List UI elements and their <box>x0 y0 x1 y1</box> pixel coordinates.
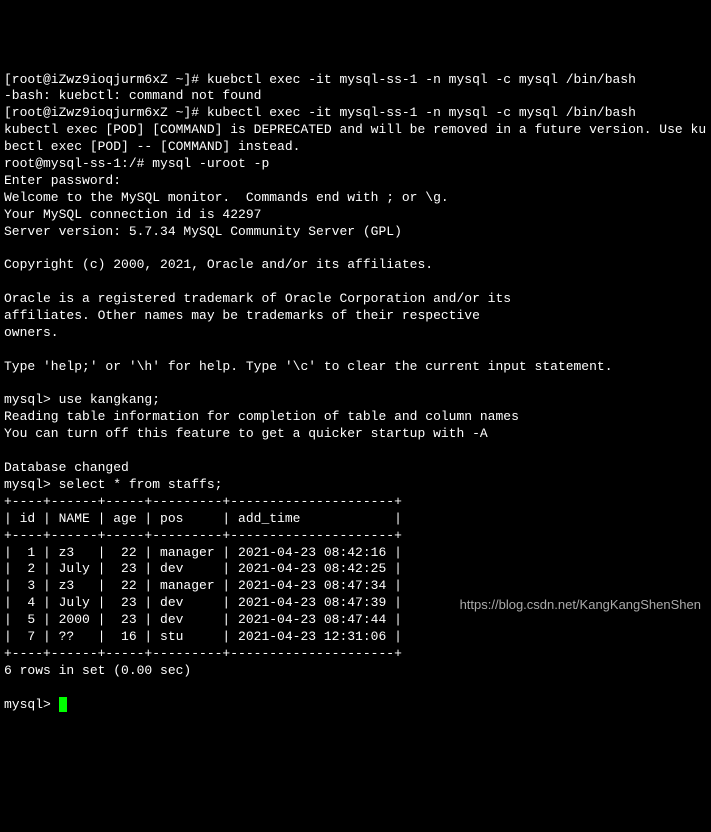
terminal-line: mysql> select * from staffs; <box>4 477 222 492</box>
terminal-line: -bash: kuebctl: command not found <box>4 88 261 103</box>
terminal-line: Your MySQL connection id is 42297 <box>4 207 261 222</box>
terminal-line: Copyright (c) 2000, 2021, Oracle and/or … <box>4 257 433 272</box>
terminal-line: affiliates. Other names may be trademark… <box>4 308 480 323</box>
table-border: +----+------+-----+---------+-----------… <box>4 494 402 509</box>
table-row: | 1 | z3 | 22 | manager | 2021-04-23 08:… <box>4 545 402 560</box>
terminal-line: You can turn off this feature to get a q… <box>4 426 488 441</box>
table-row: | 2 | July | 23 | dev | 2021-04-23 08:42… <box>4 561 402 576</box>
terminal-line: mysql> use kangkang; <box>4 392 160 407</box>
terminal-line: Welcome to the MySQL monitor. Commands e… <box>4 190 449 205</box>
terminal-line: [root@iZwz9ioqjurm6xZ ~]# kubectl exec -… <box>4 105 636 120</box>
terminal-line: Reading table information for completion… <box>4 409 519 424</box>
terminal-line: Enter password: <box>4 173 121 188</box>
terminal-line: Server version: 5.7.34 MySQL Community S… <box>4 224 402 239</box>
table-row: | 5 | 2000 | 23 | dev | 2021-04-23 08:47… <box>4 612 402 627</box>
table-border: +----+------+-----+---------+-----------… <box>4 528 402 543</box>
table-header: | id | NAME | age | pos | add_time | <box>4 511 402 526</box>
terminal-line: Database changed <box>4 460 129 475</box>
watermark-text: https://blog.csdn.net/KangKangShenShen <box>460 597 701 614</box>
table-row: | 3 | z3 | 22 | manager | 2021-04-23 08:… <box>4 578 402 593</box>
terminal-line: root@mysql-ss-1:/# mysql -uroot -p <box>4 156 269 171</box>
terminal-line: owners. <box>4 325 59 340</box>
terminal-line: Type 'help;' or '\h' for help. Type '\c'… <box>4 359 613 374</box>
result-summary: 6 rows in set (0.00 sec) <box>4 663 191 678</box>
mysql-prompt[interactable]: mysql> <box>4 697 59 712</box>
cursor-icon <box>59 697 67 712</box>
terminal-line: kubectl exec [POD] [COMMAND] is DEPRECAT… <box>4 122 706 154</box>
table-border: +----+------+-----+---------+-----------… <box>4 646 402 661</box>
table-row: | 7 | ?? | 16 | stu | 2021-04-23 12:31:0… <box>4 629 402 644</box>
terminal-line: Oracle is a registered trademark of Orac… <box>4 291 511 306</box>
table-row: | 4 | July | 23 | dev | 2021-04-23 08:47… <box>4 595 402 610</box>
terminal-line: [root@iZwz9ioqjurm6xZ ~]# kuebctl exec -… <box>4 72 636 87</box>
terminal-output[interactable]: [root@iZwz9ioqjurm6xZ ~]# kuebctl exec -… <box>4 72 707 714</box>
